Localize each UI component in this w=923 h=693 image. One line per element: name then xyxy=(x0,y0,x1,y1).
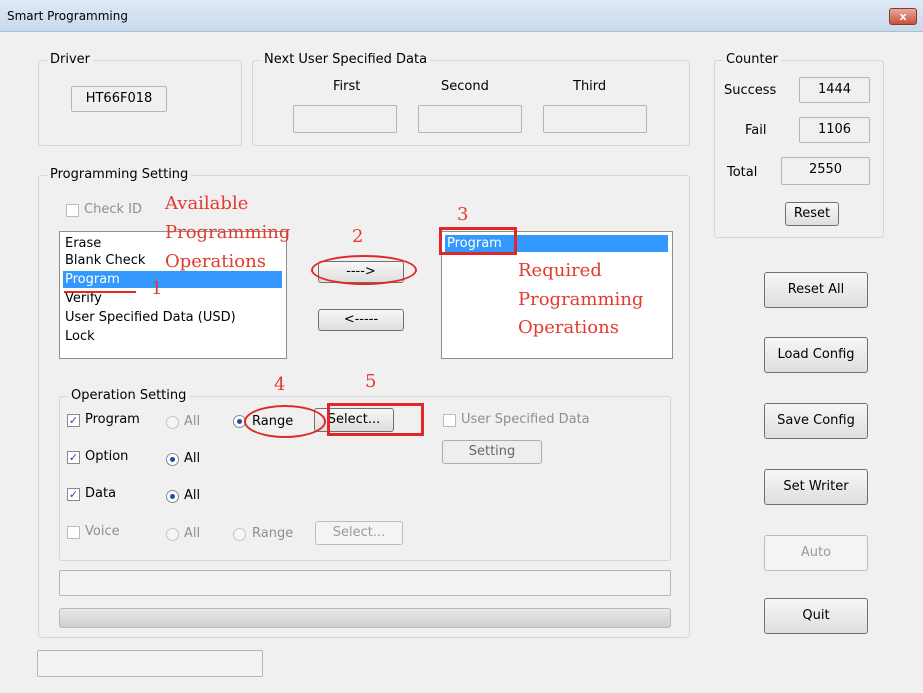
annotation-ellipse-add xyxy=(311,255,417,285)
fail-label: Fail xyxy=(745,123,767,138)
program-all-radio[interactable] xyxy=(166,416,179,429)
annotation-required-3: Operations xyxy=(518,317,619,338)
list-item[interactable]: Blank Check xyxy=(65,252,145,269)
annotation-available-1: Available xyxy=(165,193,249,214)
close-icon: x xyxy=(899,10,907,23)
voice-all-label: All xyxy=(184,526,201,541)
total-label: Total xyxy=(727,165,758,180)
annotation-underline xyxy=(64,291,136,293)
annotation-required-2: Programming xyxy=(518,289,644,310)
annotation-step-2: 2 xyxy=(352,226,364,247)
list-item[interactable]: User Specified Data (USD) xyxy=(65,309,236,326)
voice-select-button[interactable]: Select... xyxy=(315,521,403,545)
success-value: 1444 xyxy=(799,77,870,103)
annotation-step-3: 3 xyxy=(457,204,469,225)
third-field xyxy=(543,105,647,133)
counter-legend: Counter xyxy=(723,52,781,68)
counter-group: Counter Success 1444 Fail 1106 Total 255… xyxy=(714,52,884,238)
annotation-step-5: 5 xyxy=(365,371,377,392)
voice-range-label: Range xyxy=(252,526,294,541)
success-label: Success xyxy=(724,83,777,98)
driver-group: Driver HT66F018 xyxy=(38,52,242,146)
annotation-box-program xyxy=(439,227,517,255)
list-item[interactable]: Lock xyxy=(65,328,95,345)
data-checkbox[interactable]: ✓ xyxy=(67,488,80,501)
message-field xyxy=(59,570,671,596)
operation-setting-legend: Operation Setting xyxy=(68,388,190,404)
usd-setting-button[interactable]: Setting xyxy=(442,440,542,464)
title-bar: Smart Programming x xyxy=(0,0,923,32)
list-item-selected[interactable]: Program xyxy=(63,271,282,288)
first-label: First xyxy=(333,79,361,94)
second-field xyxy=(418,105,522,133)
program-all-label: All xyxy=(184,414,201,429)
progress-bar xyxy=(59,608,671,628)
next-user-data-legend: Next User Specified Data xyxy=(261,52,431,68)
usd-label: User Specified Data xyxy=(461,412,590,427)
programming-setting-legend: Programming Setting xyxy=(47,167,192,183)
annotation-box-select xyxy=(327,403,424,436)
annotation-available-2: Programming xyxy=(165,222,291,243)
check-id-label: Check ID xyxy=(84,202,142,217)
set-writer-button[interactable]: Set Writer xyxy=(764,469,868,505)
data-label: Data xyxy=(85,486,117,501)
annotation-available-3: Operations xyxy=(165,251,266,272)
remove-operation-button[interactable]: <----- xyxy=(318,309,404,331)
data-all-radio[interactable] xyxy=(166,490,179,503)
program-checkbox[interactable]: ✓ xyxy=(67,414,80,427)
option-all-radio[interactable] xyxy=(166,453,179,466)
annotation-required-1: Required xyxy=(518,260,602,281)
option-label: Option xyxy=(85,449,129,464)
window-title: Smart Programming xyxy=(7,9,128,23)
driver-legend: Driver xyxy=(47,52,94,68)
driver-value: HT66F018 xyxy=(71,86,167,112)
second-label: Second xyxy=(441,79,489,94)
third-label: Third xyxy=(573,79,607,94)
voice-checkbox[interactable] xyxy=(67,526,80,539)
status-bar xyxy=(37,650,263,677)
close-button[interactable]: x xyxy=(889,8,917,25)
load-config-button[interactable]: Load Config xyxy=(764,337,868,373)
quit-button[interactable]: Quit xyxy=(764,598,868,634)
usd-checkbox[interactable] xyxy=(443,414,456,427)
list-item[interactable]: Erase xyxy=(65,235,101,252)
total-value: 2550 xyxy=(781,157,870,185)
save-config-button[interactable]: Save Config xyxy=(764,403,868,439)
first-field xyxy=(293,105,397,133)
auto-button[interactable]: Auto xyxy=(764,535,868,571)
reset-all-button[interactable]: Reset All xyxy=(764,272,868,308)
voice-range-radio[interactable] xyxy=(233,528,246,541)
voice-label: Voice xyxy=(85,524,120,539)
annotation-ellipse-range xyxy=(244,405,326,438)
voice-all-radio[interactable] xyxy=(166,528,179,541)
option-all-label: All xyxy=(184,451,201,466)
next-user-data-group: Next User Specified Data First Second Th… xyxy=(252,52,690,146)
annotation-step-4: 4 xyxy=(274,374,286,395)
program-label: Program xyxy=(85,412,140,427)
fail-value: 1106 xyxy=(799,117,870,143)
data-all-label: All xyxy=(184,488,201,503)
option-checkbox[interactable]: ✓ xyxy=(67,451,80,464)
counter-reset-button[interactable]: Reset xyxy=(785,202,839,226)
check-id-checkbox[interactable] xyxy=(66,204,79,217)
annotation-step-1: 1 xyxy=(151,278,163,299)
